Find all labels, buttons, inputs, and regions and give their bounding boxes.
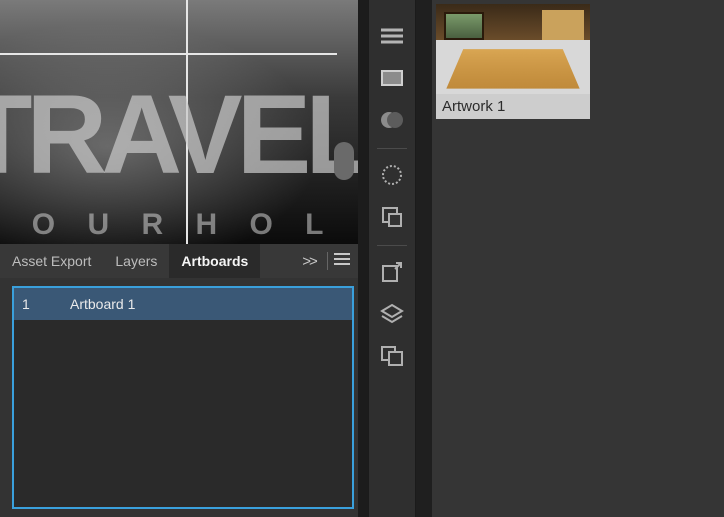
tool-separator [377,245,407,246]
canvas-subline-text: Y O U R H O L I D A [0,208,358,244]
thumbnail-panel: Artwork 1 [432,0,724,517]
ruler-guide-horizontal [0,53,337,55]
radial-icon[interactable] [372,155,412,195]
tab-asset-export[interactable]: Asset Export [0,244,103,278]
canvas-headline-text: TRAVEL [0,70,358,199]
document-canvas[interactable]: TRAVEL Y O U R H O L I D A [0,0,358,244]
artboard-index: 1 [22,296,46,312]
scrollbar-thumb[interactable] [334,142,354,180]
artboard-row[interactable]: 1 Artboard 1 [14,288,352,320]
layers-icon[interactable] [372,294,412,334]
resize-icon[interactable] [372,197,412,237]
right-tool-column [368,0,416,517]
panel-divider [327,252,328,270]
tool-separator [377,148,407,149]
blend-icon[interactable] [372,100,412,140]
tab-artboards[interactable]: Artboards [169,244,260,278]
panel-menu-icon[interactable] [334,252,358,270]
canvas-right-border [358,0,368,517]
thumbnail-label: Artwork 1 [436,94,590,119]
export-icon[interactable] [372,252,412,292]
tab-layers[interactable]: Layers [103,244,169,278]
artboard-name: Artboard 1 [46,296,344,312]
thumbnail-card[interactable]: Artwork 1 [436,4,590,119]
panel-collapse-icon[interactable]: >> [297,253,321,270]
panel-tab-bar: Asset Export Layers Artboards >> [0,244,358,278]
fill-rect-icon[interactable] [372,58,412,98]
thumbnail-image [436,4,590,94]
menu-icon[interactable] [372,16,412,56]
artboards-panel: 1 Artboard 1 [12,286,354,509]
panel-gap [416,0,432,517]
artboards-icon[interactable] [372,336,412,376]
